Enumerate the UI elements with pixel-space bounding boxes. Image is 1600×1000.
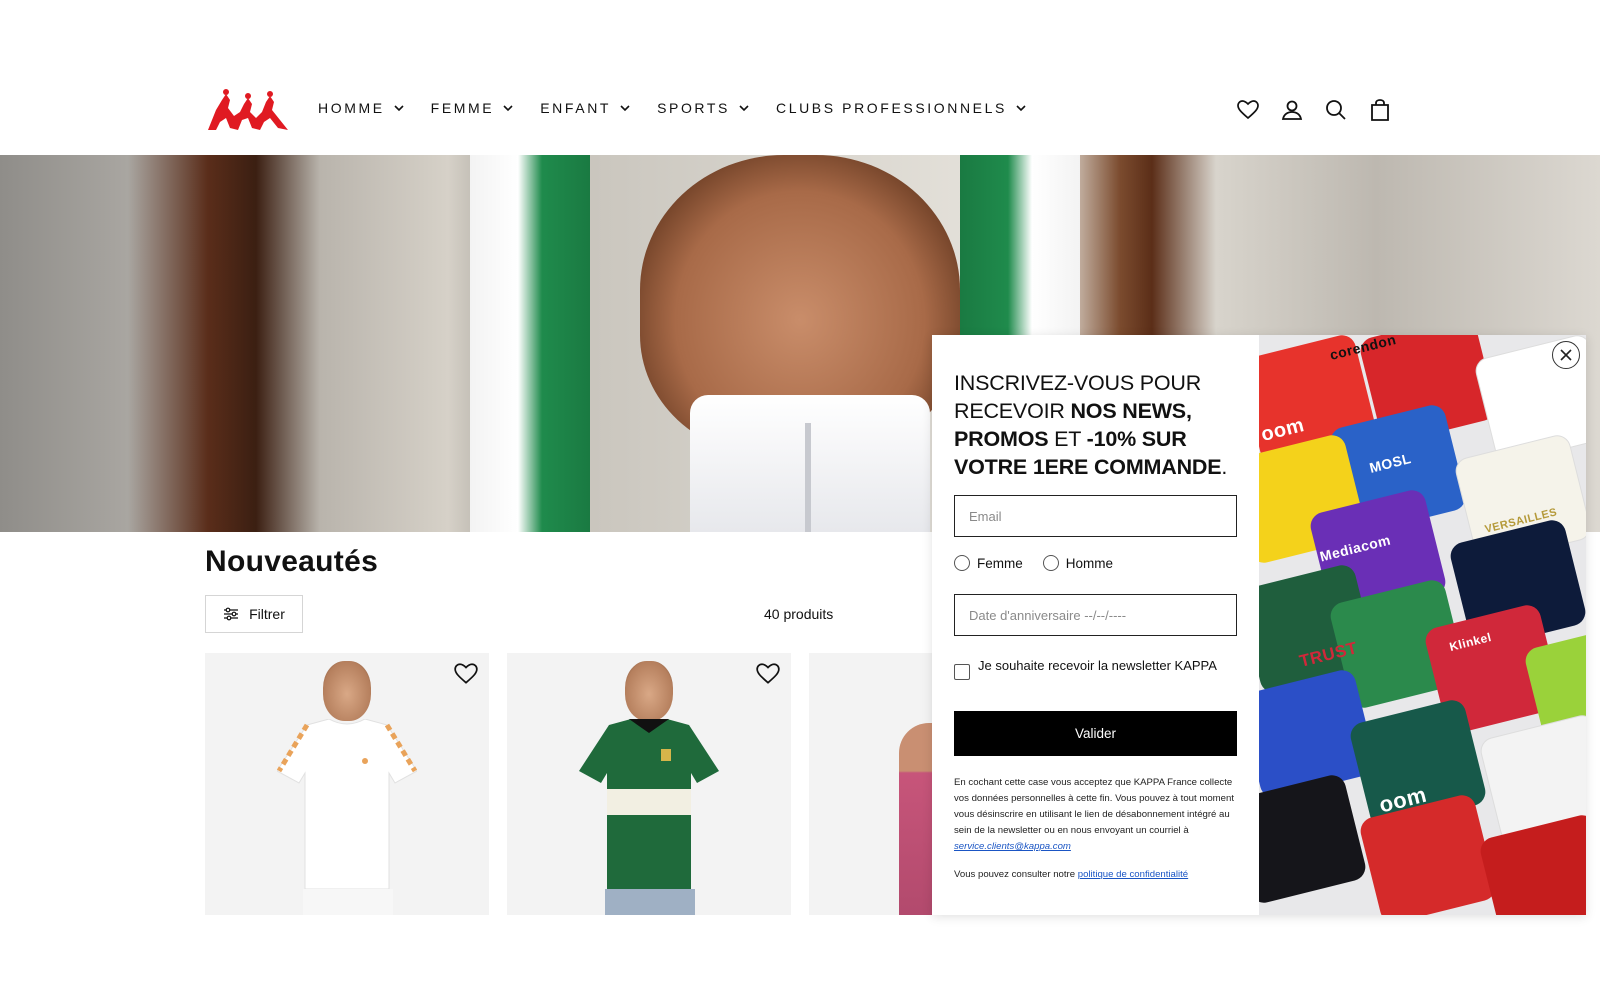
search-button[interactable]: [1324, 98, 1348, 122]
collection-title: Nouveautés: [205, 545, 379, 578]
product-card[interactable]: [507, 653, 791, 915]
birthday-input[interactable]: [969, 607, 1222, 623]
nav-item-enfant[interactable]: ENFANT: [540, 100, 631, 116]
product-count: 40 produits: [764, 606, 834, 622]
account-icon: [1281, 100, 1303, 120]
chevron-down-icon: [739, 105, 749, 112]
product-image-legs: [605, 889, 695, 915]
chevron-down-icon: [620, 105, 630, 112]
product-image-legs: [303, 889, 393, 915]
header-actions: [1236, 98, 1392, 122]
newsletter-checkbox-label: Je souhaite recevoir la newsletter KAPPA: [978, 658, 1217, 673]
newsletter-form: INSCRIVEZ-VOUS POUR RECEVOIR NOS NEWS, P…: [932, 335, 1259, 915]
nav-item-label: ENFANT: [540, 100, 612, 116]
heart-icon[interactable]: [755, 661, 781, 687]
kappa-logo[interactable]: [204, 88, 290, 132]
privacy-policy-link[interactable]: politique de confidentialité: [1078, 869, 1188, 880]
wishlist-button[interactable]: [1236, 98, 1260, 122]
chevron-down-icon: [1016, 105, 1026, 112]
nav-item-label: SPORTS: [657, 100, 730, 116]
nav-item-label: HOMME: [318, 100, 385, 116]
close-popup-button[interactable]: [1552, 341, 1580, 369]
privacy-notice: Vous pouvez consulter notre politique de…: [954, 868, 1237, 882]
chevron-down-icon: [394, 105, 404, 112]
product-image-model-head: [625, 661, 673, 721]
support-email-link[interactable]: service.clients@kappa.com: [954, 841, 1071, 852]
product-grid: [205, 653, 959, 915]
heart-icon: [1237, 100, 1259, 120]
newsletter-popup: INSCRIVEZ-VOUS POUR RECEVOIR NOS NEWS, P…: [932, 335, 1586, 915]
filter-sliders-icon: [224, 607, 239, 621]
popup-title: INSCRIVEZ-VOUS POUR RECEVOIR NOS NEWS, P…: [954, 369, 1244, 481]
account-button[interactable]: [1280, 98, 1304, 122]
radio-femme[interactable]: Femme: [954, 555, 1023, 571]
jersey-image: [1477, 812, 1586, 915]
jersey-image: [1259, 772, 1369, 906]
close-icon: [1560, 349, 1572, 361]
privacy-prefix: Vous pouvez consulter notre: [954, 869, 1078, 880]
popup-title-part: .: [1221, 455, 1228, 479]
product-card[interactable]: [205, 653, 489, 915]
nav-item-clubs-professionnels[interactable]: CLUBS PROFESSIONNELS: [776, 100, 1027, 116]
nav-item-homme[interactable]: HOMME: [318, 100, 405, 116]
filter-label: Filtrer: [249, 606, 285, 622]
submit-button[interactable]: Valider: [954, 711, 1237, 756]
legal-text: En cochant cette case vous acceptez que …: [954, 777, 1234, 836]
email-field[interactable]: [954, 495, 1237, 537]
cart-button[interactable]: [1368, 98, 1392, 122]
filter-button[interactable]: Filtrer: [205, 595, 303, 633]
main-nav: HOMME FEMME ENFANT SPORTS CLUBS PROFESSI…: [318, 100, 1053, 116]
product-image: [579, 719, 719, 889]
newsletter-consent: Je souhaite recevoir la newsletter KAPPA: [954, 658, 1237, 680]
nav-item-label: FEMME: [430, 100, 495, 116]
legal-notice: En cochant cette case vous acceptez que …: [954, 775, 1237, 855]
search-icon: [1326, 100, 1346, 120]
popup-jerseys-image: corendon MOSL Mediacom VERSAILLES Klinke…: [1259, 335, 1586, 915]
hero-image-zip: [805, 423, 811, 532]
heart-icon[interactable]: [453, 661, 479, 687]
chevron-down-icon: [503, 105, 513, 112]
product-image: [277, 719, 417, 889]
radio-label: Homme: [1065, 555, 1114, 571]
nav-item-sports[interactable]: SPORTS: [657, 100, 750, 116]
birthday-field[interactable]: [954, 594, 1237, 636]
newsletter-checkbox[interactable]: [954, 664, 970, 680]
radio-circle[interactable]: [1042, 555, 1059, 571]
site-header: HOMME FEMME ENFANT SPORTS CLUBS PROFESSI…: [0, 0, 1600, 155]
email-input[interactable]: [969, 508, 1222, 524]
bag-icon: [1371, 99, 1389, 121]
product-image-model-head: [323, 661, 371, 721]
radio-label: Femme: [977, 555, 1023, 571]
radio-homme[interactable]: Homme: [1042, 555, 1114, 571]
hero-image-sleeve-left: [470, 155, 590, 532]
radio-circle[interactable]: [954, 555, 970, 571]
nav-item-label: CLUBS PROFESSIONNELS: [775, 100, 1007, 116]
nav-item-femme[interactable]: FEMME: [431, 100, 515, 116]
popup-title-part: ET: [1048, 427, 1087, 451]
gender-radio-group: Femme Homme: [954, 555, 1113, 571]
